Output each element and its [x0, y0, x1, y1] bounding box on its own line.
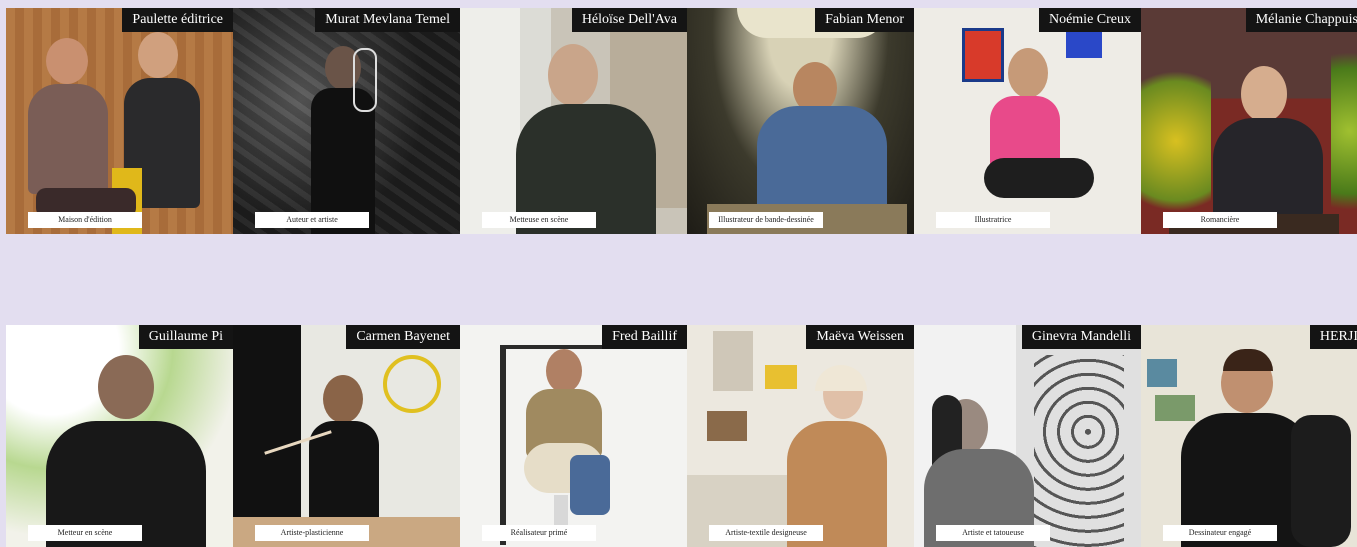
artist-card[interactable]: Fabian Menor Illustrateur de bande-dessi… [687, 8, 914, 234]
artist-card[interactable]: Murat Mevlana Temel Auteur et artiste [233, 8, 460, 234]
artist-card[interactable]: Mélanie Chappuis Romancière [1141, 8, 1357, 234]
artist-grid-row-2: Guillaume Pi Metteur en scène Carmen Bay… [6, 325, 1357, 547]
artist-photo [687, 8, 914, 234]
artist-card[interactable]: Guillaume Pi Metteur en scène [6, 325, 233, 547]
artist-photo [687, 325, 914, 547]
artist-name: HERJI [1309, 325, 1357, 349]
artist-name: Fred Baillif [602, 325, 687, 349]
artist-name: Maëva Weissen [806, 325, 914, 349]
artist-role: Metteuse en scène [482, 212, 596, 228]
artist-grid-row-1: Paulette éditrice Maison d'édition Murat… [6, 8, 1357, 234]
artist-photo [1141, 8, 1357, 234]
artist-card[interactable]: HERJI Dessinateur engagé [1141, 325, 1357, 547]
artist-photo [914, 8, 1141, 234]
artist-photo [6, 325, 233, 547]
artist-card[interactable]: Maëva Weissen Artiste-textile designeuse [687, 325, 914, 547]
artist-name: Guillaume Pi [138, 325, 233, 349]
artist-photo [233, 8, 460, 234]
artist-name: Carmen Bayenet [346, 325, 460, 349]
artist-name: Ginevra Mandelli [1021, 325, 1141, 349]
artist-photo [6, 8, 233, 234]
artist-role: Réalisateur primé [482, 525, 596, 541]
artist-card[interactable]: Héloïse Dell'Ava Metteuse en scène [460, 8, 687, 234]
artist-photo [460, 325, 687, 547]
artist-card[interactable]: Noémie Creux Illustratrice [914, 8, 1141, 234]
artist-role: Auteur et artiste [255, 212, 369, 228]
artist-role: Dessinateur engagé [1163, 525, 1277, 541]
artist-card[interactable]: Ginevra Mandelli Artiste et tatoueuse [914, 325, 1141, 547]
artist-photo [233, 325, 460, 547]
artist-name: Murat Mevlana Temel [315, 8, 460, 32]
artist-photo [914, 325, 1141, 547]
artist-role: Artiste et tatoueuse [936, 525, 1050, 541]
artist-role: Metteur en scène [28, 525, 142, 541]
artist-role: Maison d'édition [28, 212, 142, 228]
artist-role: Artiste-textile designeuse [709, 525, 823, 541]
artist-role: Romancière [1163, 212, 1277, 228]
artist-name: Mélanie Chappuis [1245, 8, 1357, 32]
artist-name: Paulette éditrice [122, 8, 233, 32]
artist-name: Noémie Creux [1038, 8, 1141, 32]
artist-photo [1141, 325, 1357, 547]
artist-role: Illustratrice [936, 212, 1050, 228]
artist-card[interactable]: Paulette éditrice Maison d'édition [6, 8, 233, 234]
artist-role: Illustrateur de bande-dessinée [709, 212, 823, 228]
artist-name: Héloïse Dell'Ava [571, 8, 687, 32]
artist-name: Fabian Menor [815, 8, 914, 32]
artist-role: Artiste-plasticienne [255, 525, 369, 541]
artist-photo [460, 8, 687, 234]
artist-card[interactable]: Carmen Bayenet Artiste-plasticienne [233, 325, 460, 547]
artist-card[interactable]: Fred Baillif Réalisateur primé [460, 325, 687, 547]
